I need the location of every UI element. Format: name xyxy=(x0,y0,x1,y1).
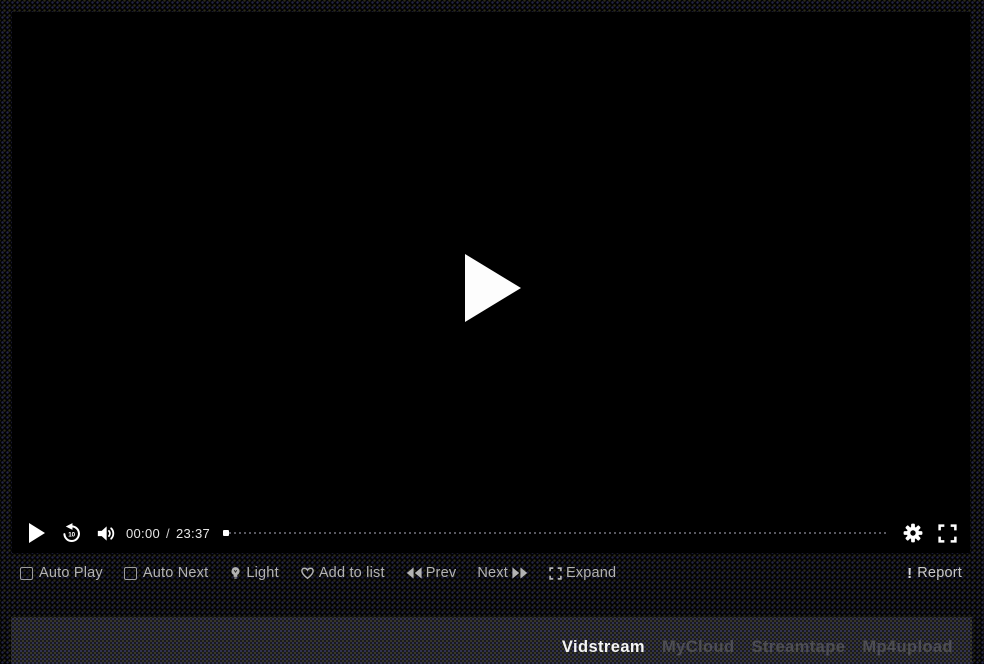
add-to-list-button[interactable]: Add to list xyxy=(300,565,385,581)
auto-next-label: Auto Next xyxy=(143,565,208,581)
prev-episode-button[interactable]: Prev xyxy=(406,565,457,581)
server-tab-streamtape[interactable]: Streamtape xyxy=(751,638,845,657)
time-separator: / xyxy=(166,526,170,541)
report-button[interactable]: ! Report xyxy=(907,565,962,582)
gear-icon xyxy=(903,523,923,543)
settings-button[interactable] xyxy=(903,523,923,543)
add-to-list-label: Add to list xyxy=(319,565,385,581)
duration: 23:37 xyxy=(176,526,210,541)
server-tabs-panel: Vidstream MyCloud Streamtape Mp4upload xyxy=(11,617,972,664)
video-player[interactable]: 10 00:00 / 23:37 xyxy=(12,12,970,553)
auto-play-label: Auto Play xyxy=(39,565,103,581)
fullscreen-icon xyxy=(937,523,958,544)
next-icon xyxy=(512,567,528,579)
next-episode-button[interactable]: Next xyxy=(477,565,528,581)
big-play-icon[interactable] xyxy=(465,254,521,322)
auto-next-checkbox-icon[interactable] xyxy=(124,567,137,580)
volume-button[interactable] xyxy=(94,522,117,545)
fullscreen-button[interactable] xyxy=(937,523,958,544)
progress-track[interactable] xyxy=(229,532,888,534)
server-tab-mycloud[interactable]: MyCloud xyxy=(662,638,734,657)
progress-handle[interactable] xyxy=(223,530,229,536)
player-control-bar: 10 00:00 / 23:37 xyxy=(12,513,970,553)
auto-play-checkbox-icon[interactable] xyxy=(20,567,33,580)
prev-label: Prev xyxy=(426,565,457,581)
light-toggle[interactable]: Light xyxy=(229,565,278,581)
expand-button[interactable]: Expand xyxy=(549,565,616,581)
expand-icon xyxy=(549,567,562,580)
auto-play-toggle[interactable]: Auto Play xyxy=(20,565,103,581)
svg-text:10: 10 xyxy=(68,531,75,538)
prev-icon xyxy=(406,567,422,579)
light-label: Light xyxy=(246,565,278,581)
progress-bar[interactable] xyxy=(223,529,888,537)
expand-label: Expand xyxy=(566,565,616,581)
play-button[interactable] xyxy=(29,523,45,543)
auto-next-toggle[interactable]: Auto Next xyxy=(124,565,208,581)
time-display: 00:00 / 23:37 xyxy=(126,526,210,541)
server-tab-vidstream[interactable]: Vidstream xyxy=(562,638,645,657)
rewind-10-button[interactable]: 10 xyxy=(60,522,83,545)
bulb-icon xyxy=(229,566,242,580)
player-toolbar: Auto Play Auto Next Light Add to list Pr… xyxy=(14,557,970,589)
rewind-10-icon: 10 xyxy=(60,522,83,545)
volume-icon xyxy=(94,522,117,545)
current-time: 00:00 xyxy=(126,526,160,541)
heart-icon xyxy=(300,566,315,580)
next-label: Next xyxy=(477,565,508,581)
report-label: Report xyxy=(917,565,962,581)
exclamation-icon: ! xyxy=(907,565,912,582)
server-tab-mp4upload[interactable]: Mp4upload xyxy=(862,638,953,657)
